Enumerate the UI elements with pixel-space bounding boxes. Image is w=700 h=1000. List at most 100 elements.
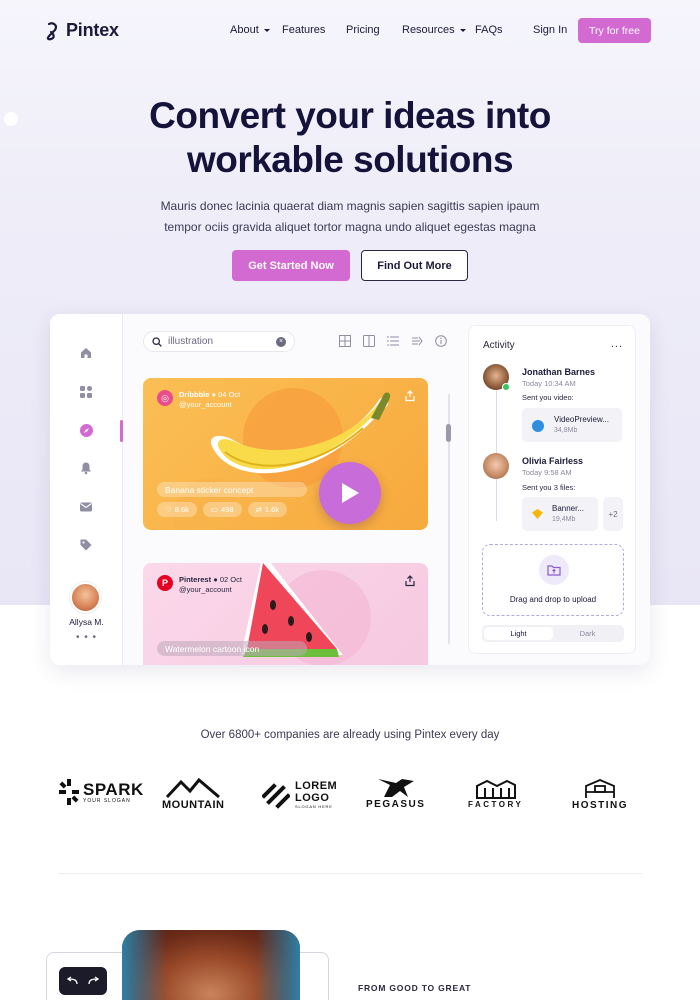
user-avatar[interactable]	[70, 582, 101, 613]
post-card[interactable]: ◎ Dribbble ● 04 Oct @your_account Banana…	[143, 378, 428, 530]
card-caption: Watermelon cartoon icon	[157, 641, 307, 656]
upload-dropzone[interactable]: Drag and drop to upload	[482, 544, 624, 616]
likes-count: 8.6k	[174, 505, 189, 514]
card-date: 02 Oct	[219, 575, 242, 584]
hero-subtitle-line-1: Mauris donec lacinia quaerat diam magnis…	[160, 199, 540, 213]
more-options-icon[interactable]: • • •	[50, 632, 123, 643]
heart-icon: ♡	[165, 505, 172, 514]
nav-pricing-label: Pricing	[346, 24, 380, 36]
pegasus-name: PEGASUS	[366, 799, 426, 810]
info-icon[interactable]	[434, 334, 448, 348]
avatar[interactable]	[483, 453, 509, 479]
pinterest-icon: P	[157, 575, 173, 591]
card-source-meta: Dribbble ● 04 Oct @your_account	[179, 390, 241, 409]
activity-user-name: Jonathan Barnes	[522, 367, 596, 377]
widgets-icon[interactable]	[78, 384, 94, 400]
card-handle: @your_account	[179, 585, 232, 594]
theme-light-option[interactable]: Light	[484, 627, 553, 640]
activity-title: Activity	[483, 340, 515, 351]
card-source: P Pinterest ● 02 Oct @your_account	[157, 575, 242, 595]
hero-title: Convert your ideas into workable solutio…	[0, 94, 700, 182]
nav-pricing[interactable]: Pricing	[346, 24, 380, 36]
activity-description: Sent you 3 files:	[522, 483, 576, 492]
grid-view-icon[interactable]	[338, 334, 352, 348]
split-view-icon[interactable]	[362, 334, 376, 348]
undo-arrow-icon[interactable]	[65, 976, 79, 986]
pegasus-logo-icon	[377, 779, 414, 797]
tag-icon[interactable]	[78, 537, 94, 553]
likes-stat[interactable]: ♡ 8.6k	[157, 502, 197, 517]
sketch-file-icon	[532, 509, 543, 519]
comments-count: 498	[221, 505, 234, 514]
user-name: Allysa M.	[69, 617, 104, 627]
factory-logo: FACTORY	[468, 778, 523, 809]
upload-folder-icon	[539, 555, 569, 585]
more-files-button[interactable]: +2	[603, 497, 623, 531]
top-nav: Pintex About Features Pricing Resources …	[0, 0, 700, 60]
get-started-button[interactable]: Get Started Now	[232, 250, 350, 281]
theme-toggle: Light Dark	[482, 625, 624, 642]
app-sidebar: Allysa M. • • •	[50, 314, 123, 665]
list-view-icon[interactable]	[386, 334, 400, 348]
sign-in-link[interactable]: Sign In	[533, 24, 567, 36]
nav-resources[interactable]: Resources	[402, 24, 466, 36]
hero-subtitle: Mauris donec lacinia quaerat diam magnis…	[140, 196, 560, 238]
video-file-icon	[532, 420, 544, 432]
hero-subtitle-line-2: tempor ociis gravida aliquet tortor magn…	[164, 220, 536, 234]
more-icon[interactable]: ...	[611, 338, 623, 350]
lorem-logo: LOREM LOGO SLOGAN HERE	[262, 780, 338, 809]
mountain-name: MOUNTAIN	[162, 799, 225, 811]
client-logos: SPARK YOUR SLOGAN MOUNTAIN LOREM LOGO SL…	[0, 775, 700, 820]
home-icon[interactable]	[78, 345, 94, 361]
search-input[interactable]	[168, 336, 268, 347]
file-size: 34,8Mb	[554, 427, 578, 434]
nav-features[interactable]: Features	[282, 24, 325, 36]
view-toolbar	[338, 334, 448, 348]
filter-icon[interactable]	[410, 334, 424, 348]
card-date: 04 Oct	[218, 390, 241, 399]
file-attachment[interactable]: Banner... 19,4Mb	[522, 497, 598, 531]
activity-time: Today 9:58 AM	[522, 468, 572, 477]
card-source: ◎ Dribbble ● 04 Oct @your_account	[157, 390, 240, 410]
play-button[interactable]	[319, 462, 381, 524]
search-bar[interactable]: ×	[143, 331, 295, 352]
factory-name: FACTORY	[468, 800, 524, 809]
comments-stat[interactable]: ▭ 498	[202, 502, 242, 517]
scrollbar-thumb[interactable]	[446, 424, 451, 442]
brand-mark-icon	[46, 21, 57, 40]
hero-title-line-2: workable solutions	[186, 139, 514, 180]
activity-description: Sent you video:	[522, 393, 574, 402]
activity-user-name: Olivia Fairless	[522, 456, 584, 466]
nav-faqs[interactable]: FAQs	[475, 24, 503, 36]
file-attachment[interactable]: VideoPreview... 34,8Mb	[522, 408, 622, 442]
active-indicator	[120, 420, 123, 442]
lorem-tagline: SLOGAN HERE	[295, 804, 333, 809]
carousel-controls	[59, 967, 107, 995]
bell-icon[interactable]	[78, 460, 94, 476]
card-handle: @your_account	[179, 400, 232, 409]
nav-resources-label: Resources	[402, 24, 455, 36]
brand-logo[interactable]: Pintex	[44, 20, 119, 41]
redo-arrow-icon[interactable]	[87, 976, 101, 986]
share-icon[interactable]	[404, 575, 416, 587]
card-source-name: Pinterest	[179, 575, 212, 584]
clear-search-icon[interactable]: ×	[276, 336, 286, 347]
find-out-more-button[interactable]: Find Out More	[361, 250, 468, 281]
try-for-free-button[interactable]: Try for free	[578, 18, 651, 43]
chevron-down-icon	[263, 28, 270, 32]
theme-dark-option[interactable]: Dark	[553, 627, 622, 640]
hosting-logo-icon	[585, 779, 615, 798]
lorem-name: LOREM LOGO	[295, 780, 338, 804]
card-source-meta: Pinterest ● 02 Oct @your_account	[179, 575, 242, 594]
nav-faqs-label: FAQs	[475, 24, 503, 36]
card-stats: ♡ 8.6k ▭ 498 ⇄ 1.6k	[157, 502, 288, 517]
nav-features-label: Features	[282, 24, 326, 36]
share-icon[interactable]	[404, 390, 416, 402]
mail-icon[interactable]	[78, 499, 94, 515]
hero-title-line-1: Convert your ideas into	[149, 95, 551, 136]
shares-stat[interactable]: ⇄ 1.6k	[247, 502, 288, 517]
nav-about-label: About	[230, 24, 259, 36]
compass-icon[interactable]	[78, 422, 94, 438]
nav-about[interactable]: About	[230, 24, 270, 36]
post-card[interactable]: P Pinterest ● 02 Oct @your_account Water…	[143, 563, 428, 665]
